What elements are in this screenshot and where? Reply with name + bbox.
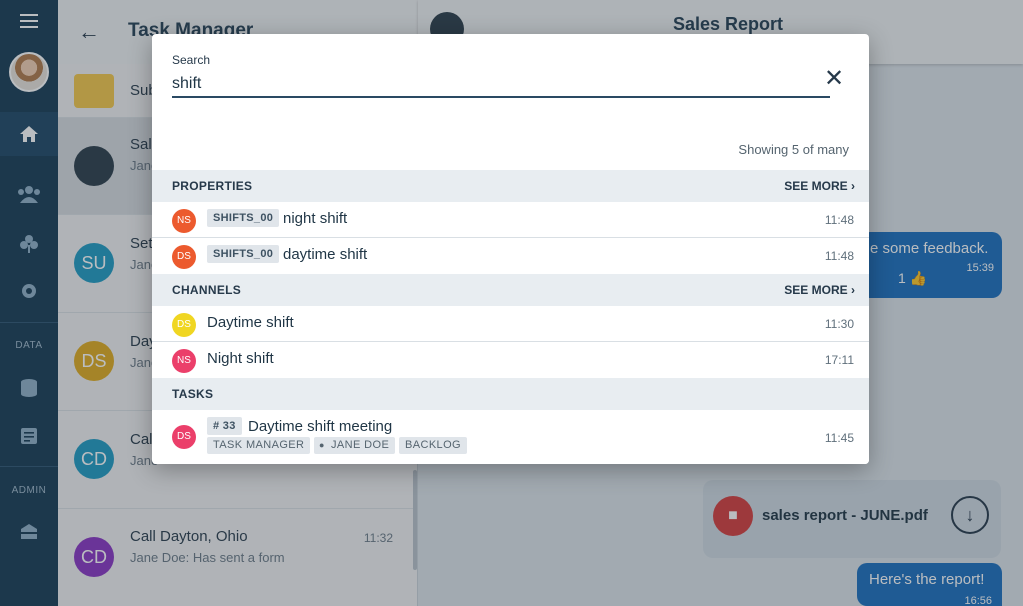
result-time: 11:45 <box>824 431 854 445</box>
task-number-tag: # 33 <box>207 417 242 435</box>
result-item[interactable]: DS SHIFTS_00 daytime shift 11:48 <box>152 238 869 274</box>
result-item[interactable]: NS Night shift 17:11 <box>152 342 869 378</box>
property-tag: SHIFTS_00 <box>207 245 280 263</box>
see-more-label: SEE MORE <box>784 283 848 297</box>
avatar: NS <box>172 209 196 233</box>
section-title: CHANNELS <box>172 283 242 297</box>
task-chip-assignee: ● JANE DOE <box>314 437 396 454</box>
section-title: TASKS <box>172 387 214 401</box>
person-icon: ● <box>319 440 325 450</box>
assignee-label: JANE DOE <box>331 439 390 451</box>
task-chip: TASK MANAGER <box>207 437 311 454</box>
result-item[interactable]: DS # 33 Daytime shift meeting TASK MANAG… <box>152 410 869 464</box>
property-tag: SHIFTS_00 <box>207 209 280 227</box>
avatar: DS <box>172 425 196 449</box>
chevron-right-icon: › <box>851 283 855 297</box>
search-label: Search <box>172 53 211 67</box>
search-input[interactable] <box>172 72 830 98</box>
result-time: 11:48 <box>824 249 854 263</box>
result-name: Daytime shift meeting <box>248 418 393 435</box>
result-name: night shift <box>283 210 348 227</box>
result-time: 11:30 <box>824 317 854 331</box>
close-icon[interactable]: ✕ <box>824 64 844 93</box>
see-more-button[interactable]: SEE MORE › <box>784 179 855 193</box>
see-more-button[interactable]: SEE MORE › <box>784 283 855 297</box>
section-header-channels: CHANNELS SEE MORE › <box>152 274 869 306</box>
result-time: 17:11 <box>824 353 854 367</box>
section-header-properties: PROPERTIES SEE MORE › <box>152 170 869 202</box>
avatar: NS <box>172 349 196 373</box>
result-name: daytime shift <box>283 246 368 263</box>
section-header-tasks: TASKS <box>152 378 869 410</box>
result-item[interactable]: DS Daytime shift 11:30 <box>152 306 869 342</box>
avatar: DS <box>172 313 196 337</box>
see-more-label: SEE MORE <box>784 179 848 193</box>
result-name: Daytime shift <box>207 314 294 331</box>
result-name: Night shift <box>207 350 274 367</box>
result-time: 11:48 <box>824 213 854 227</box>
results-count: Showing 5 of many <box>738 142 849 157</box>
section-title: PROPERTIES <box>172 179 253 193</box>
avatar: DS <box>172 245 196 269</box>
result-item[interactable]: NS SHIFTS_00 night shift 11:48 <box>152 202 869 238</box>
task-chip: BACKLOG <box>399 437 467 454</box>
chevron-right-icon: › <box>851 179 855 193</box>
search-dialog: Search ✕ Showing 5 of many PROPERTIES SE… <box>152 34 869 464</box>
